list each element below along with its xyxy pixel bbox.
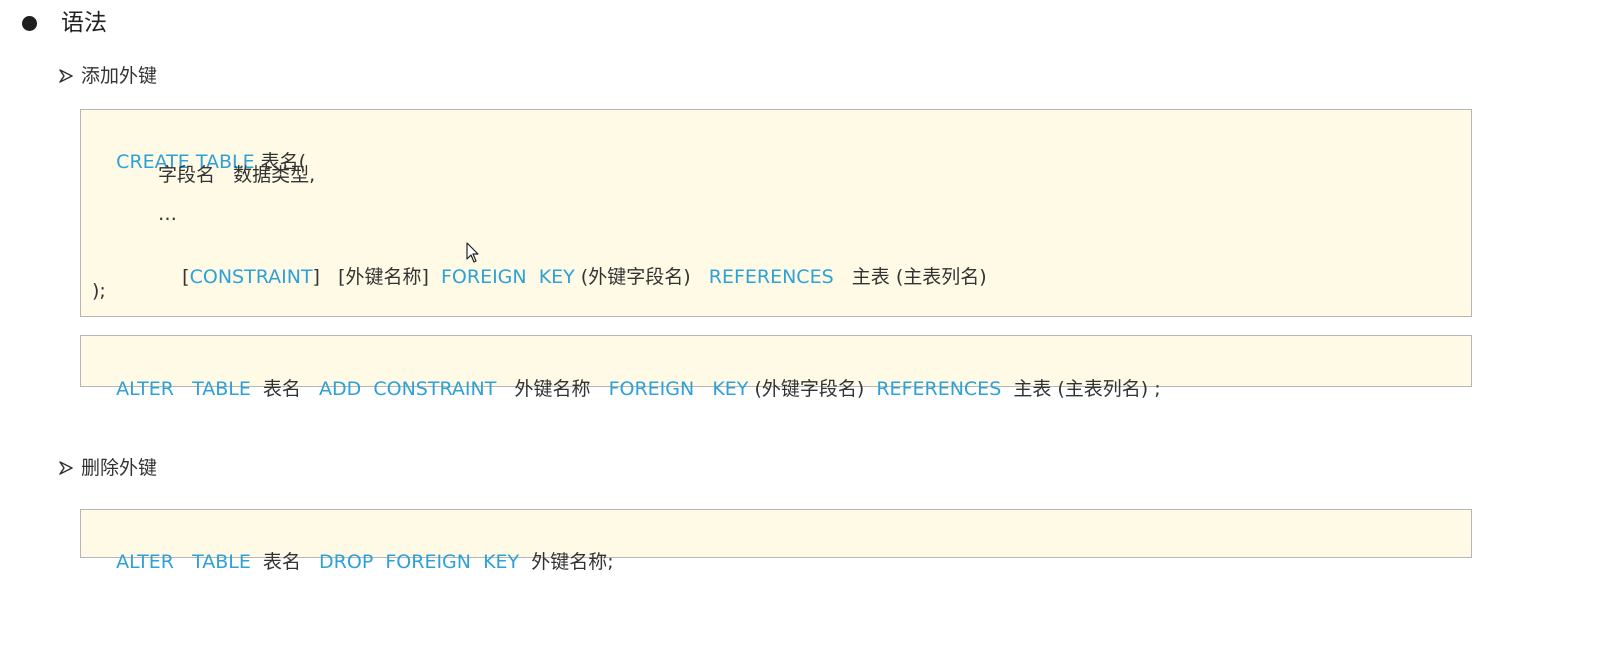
code-text: ] [外键名称] <box>312 266 441 288</box>
bullet-icon <box>22 15 37 31</box>
code-block-create-table: CREATE TABLE 表名( 字段名 数据类型, … [CONSTRAINT… <box>80 109 1472 317</box>
subheading-drop-fk-label: 删除外键 <box>81 457 158 479</box>
code-text: (外键字段名) <box>748 378 877 400</box>
keyword-alter-table: ALTER TABLE <box>116 378 251 400</box>
keyword-drop-foreign-key: DROP FOREIGN KEY <box>319 551 520 573</box>
keyword-foreign-key: FOREIGN KEY <box>608 378 749 400</box>
code-line: ALTER TABLE 表名 DROP FOREIGN KEY 外键名称; <box>92 523 614 601</box>
subheading-add-fk-label: 添加外键 <box>81 65 158 87</box>
code-text: 外键名称 <box>496 378 609 400</box>
keyword-foreign-key: FOREIGN KEY <box>440 266 575 288</box>
code-line-2: 字段名 数据类型, <box>158 164 316 186</box>
code-block-alter-add: ALTER TABLE 表名 ADD CONSTRAINT 外键名称 FOREI… <box>80 335 1472 400</box>
code-line-5: ); <box>92 280 106 302</box>
subheading-add-fk: 添加外键 <box>58 62 157 90</box>
arrow-right-icon <box>59 69 73 83</box>
code-text: 主表 (主表列名) ; <box>1001 378 1161 400</box>
code-text: 外键名称; <box>519 551 614 573</box>
code-block-alter-drop: ALTER TABLE 表名 DROP FOREIGN KEY 外键名称; <box>80 509 1472 573</box>
code-text: 表名 <box>250 378 320 400</box>
keyword-references: REFERENCES <box>876 378 1002 400</box>
code-line-3: … <box>158 203 177 225</box>
keyword-alter-table: ALTER TABLE <box>116 551 251 573</box>
code-text: (外键字段名) <box>574 266 709 288</box>
section-heading: 语法 <box>22 6 107 40</box>
code-text: 主表 (主表列名) <box>833 266 987 288</box>
code-text: [ <box>182 266 190 288</box>
section-title: 语法 <box>61 10 107 36</box>
keyword-constraint: CONSTRAINT <box>189 266 313 288</box>
code-line: ALTER TABLE 表名 ADD CONSTRAINT 外键名称 FOREI… <box>92 350 1161 428</box>
mouse-cursor-icon <box>466 242 479 263</box>
arrow-right-icon <box>59 461 73 475</box>
keyword-references: REFERENCES <box>708 266 834 288</box>
keyword-add-constraint: ADD CONSTRAINT <box>319 378 497 400</box>
code-line-4: [CONSTRAINT] [外键名称] FOREIGN KEY (外键字段名) … <box>158 238 987 316</box>
subheading-drop-fk: 删除外键 <box>58 454 157 482</box>
code-text: 表名 <box>250 551 320 573</box>
